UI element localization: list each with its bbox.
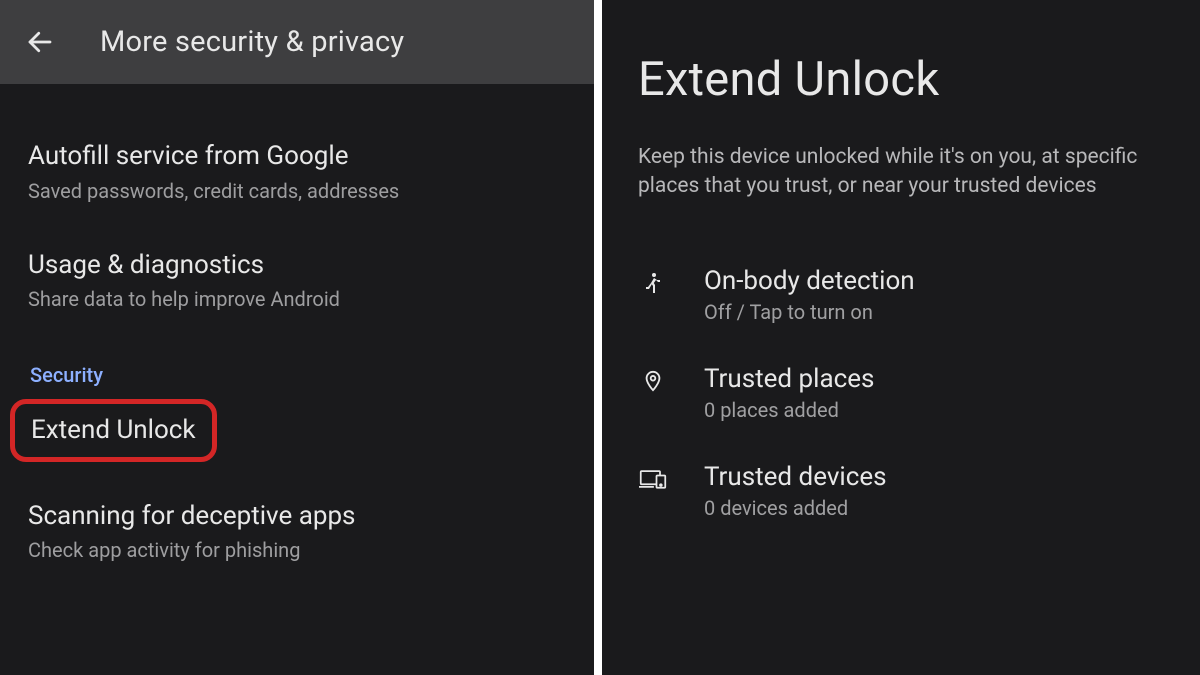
page-description: Keep this device unlocked while it's on … (638, 143, 1164, 202)
setting-title: Scanning for deceptive apps (28, 500, 566, 533)
option-list: On-body detection Off / Tap to turn on T… (638, 246, 1164, 540)
option-title: Trusted places (704, 364, 874, 394)
setting-title: Extend Unlock (31, 414, 196, 447)
page-title: Extend Unlock (638, 52, 1164, 107)
option-trusted-places[interactable]: Trusted places 0 places added (638, 344, 1164, 442)
setting-usage-diagnostics[interactable]: Usage & diagnostics Share data to help i… (28, 233, 566, 328)
highlight-annotation: Extend Unlock (10, 399, 217, 462)
option-subtitle: Off / Tap to turn on (704, 300, 915, 324)
option-title: Trusted devices (704, 462, 887, 492)
setting-extend-unlock[interactable]: Extend Unlock (31, 414, 196, 447)
option-trusted-devices[interactable]: Trusted devices 0 devices added (638, 442, 1164, 540)
appbar: More security & privacy (0, 0, 594, 84)
settings-pane-extend-unlock: Extend Unlock Keep this device unlocked … (602, 0, 1200, 675)
settings-list: Autofill service from Google Saved passw… (0, 84, 594, 578)
option-title: On-body detection (704, 266, 915, 296)
walk-icon (638, 268, 668, 298)
pin-icon (638, 366, 668, 396)
setting-title: Autofill service from Google (28, 140, 566, 173)
setting-subtitle: Share data to help improve Android (28, 287, 566, 311)
devices-icon (638, 464, 668, 494)
setting-autofill[interactable]: Autofill service from Google Saved passw… (28, 124, 566, 219)
settings-pane-more-security: More security & privacy Autofill service… (0, 0, 594, 675)
setting-title: Usage & diagnostics (28, 249, 566, 282)
setting-scanning-deceptive-apps[interactable]: Scanning for deceptive apps Check app ac… (28, 484, 566, 579)
option-subtitle: 0 devices added (704, 496, 887, 520)
appbar-title: More security & privacy (100, 25, 404, 59)
option-on-body-detection[interactable]: On-body detection Off / Tap to turn on (638, 246, 1164, 344)
back-icon[interactable] (24, 26, 56, 58)
section-label-security: Security (30, 363, 566, 387)
setting-subtitle: Saved passwords, credit cards, addresses (28, 179, 566, 203)
option-subtitle: 0 places added (704, 398, 874, 422)
setting-subtitle: Check app activity for phishing (28, 538, 566, 562)
